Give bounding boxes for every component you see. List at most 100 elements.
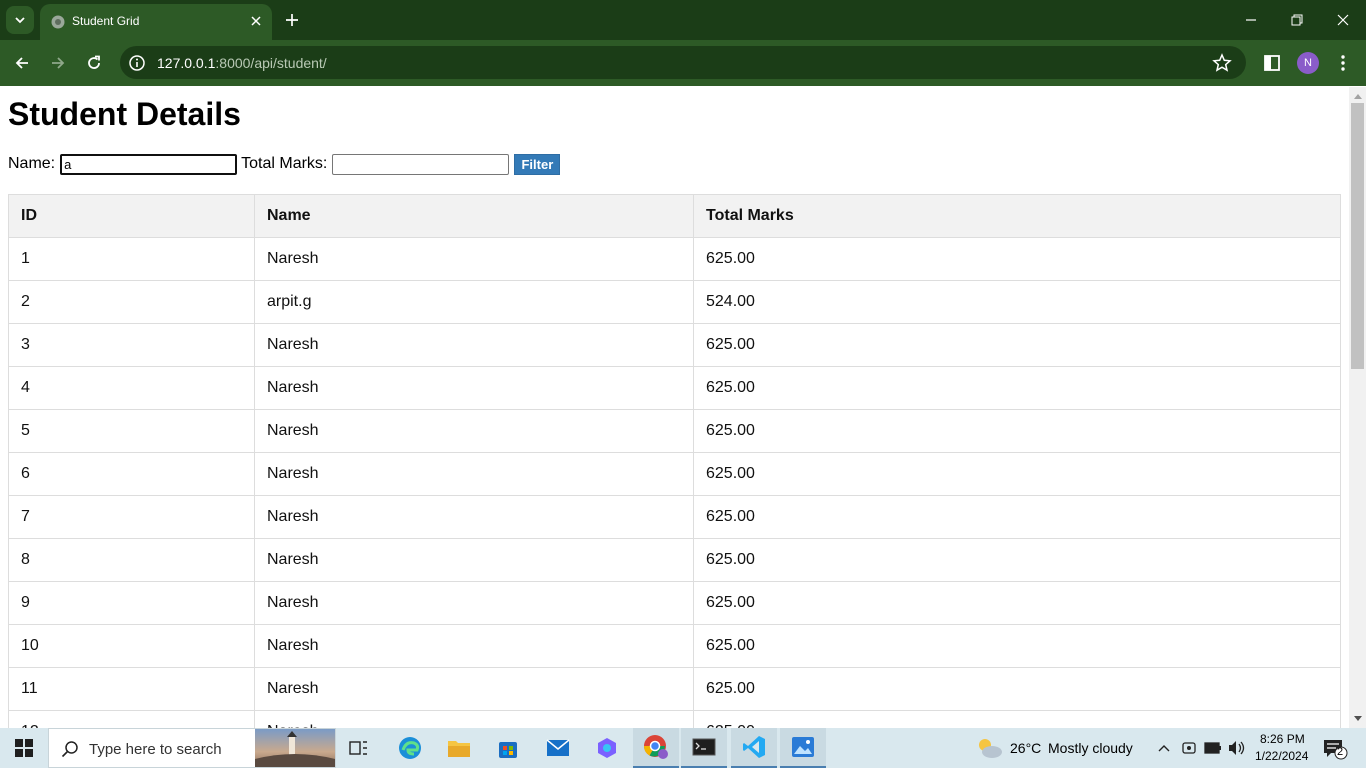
photos-icon (792, 737, 814, 757)
cell-name: Naresh (254, 667, 694, 711)
site-info-icon[interactable] (128, 54, 146, 72)
taskbar-photos[interactable] (780, 728, 826, 768)
cell-total-marks: 625.00 (693, 237, 1341, 281)
cell-id: 5 (8, 409, 255, 453)
search-highlight-image (255, 729, 335, 767)
table-row: 2 arpit.g 524.00 (8, 280, 1341, 324)
notification-count: 2 (1337, 746, 1344, 758)
taskbar-edge[interactable] (387, 728, 433, 768)
window-close-button[interactable] (1320, 0, 1366, 40)
folder-icon (448, 741, 470, 757)
windows-logo-icon (15, 739, 33, 757)
copilot-icon (598, 738, 616, 758)
show-hidden-icons-button[interactable] (1154, 738, 1174, 758)
scroll-down-arrow[interactable] (1349, 712, 1366, 726)
filter-form: Name: Total Marks: Filter (8, 153, 561, 175)
restore-icon (1291, 14, 1303, 26)
address-bar[interactable]: 127.0.0.1:8000/api/student/ (120, 46, 1246, 79)
column-header-total-marks: Total Marks (693, 194, 1341, 238)
taskbar-terminal[interactable] (681, 728, 727, 768)
cell-name: Naresh (254, 538, 694, 582)
notification-center-button[interactable]: 2 (1322, 738, 1348, 760)
taskbar-vscode[interactable] (731, 728, 777, 768)
tray-meet-now[interactable] (1179, 738, 1199, 758)
table-row: 6 Naresh 625.00 (8, 452, 1341, 496)
start-button[interactable] (0, 728, 48, 768)
cell-name: Naresh (254, 323, 694, 367)
back-button[interactable] (7, 48, 37, 78)
column-header-id: ID (8, 194, 255, 238)
vscode-icon (743, 736, 765, 758)
weather-description[interactable]: Mostly cloudy (1048, 740, 1133, 756)
minimize-button[interactable] (1228, 0, 1274, 40)
lighthouse-icon (255, 731, 335, 767)
browser-menu-button[interactable] (1333, 52, 1353, 74)
table-row: 11 Naresh 625.00 (8, 667, 1341, 711)
more-vertical-icon (1341, 55, 1345, 71)
cell-id: 4 (8, 366, 255, 410)
cell-id: 2 (8, 280, 255, 324)
cell-name: Naresh (254, 581, 694, 625)
camera-icon (1182, 742, 1196, 754)
taskbar-store[interactable] (485, 728, 531, 768)
page-scrollbar[interactable] (1349, 87, 1366, 728)
scroll-up-arrow[interactable] (1349, 89, 1366, 103)
cell-total-marks: 524.00 (693, 280, 1341, 324)
new-tab-button[interactable] (280, 8, 304, 32)
reload-button[interactable] (79, 48, 109, 78)
tray-volume[interactable] (1227, 738, 1247, 758)
taskbar-mail[interactable] (535, 728, 581, 768)
arrow-left-icon (15, 57, 28, 69)
tab-close-button[interactable] (247, 12, 265, 30)
page-title: Student Details (8, 96, 241, 132)
speaker-icon (1229, 741, 1245, 755)
taskbar-chrome[interactable] (633, 728, 679, 768)
search-icon (61, 741, 78, 758)
name-label: Name: (8, 155, 56, 172)
task-view-button[interactable] (336, 728, 382, 768)
bookmark-star-icon[interactable] (1212, 53, 1232, 73)
name-filter-input[interactable] (60, 153, 238, 175)
table-header-row: ID Name Total Marks (8, 194, 1341, 238)
weather-temperature[interactable]: 26°C (1010, 740, 1041, 756)
cell-name: Naresh (254, 452, 694, 496)
caret-up-icon (1353, 94, 1362, 99)
taskbar-search-box[interactable]: Type here to search (48, 728, 336, 768)
url-text[interactable]: 127.0.0.1:8000/api/student/ (157, 55, 327, 71)
weather-cloudy-icon (979, 739, 1002, 758)
cell-total-marks: 625.00 (693, 409, 1341, 453)
arrow-right-icon (52, 57, 65, 69)
tab-search-button[interactable] (6, 6, 34, 34)
profile-avatar[interactable]: N (1297, 52, 1319, 74)
minimize-icon (1246, 19, 1256, 21)
cell-total-marks: 625.00 (693, 624, 1341, 668)
cell-total-marks: 625.00 (693, 710, 1341, 728)
terminal-icon (692, 738, 716, 756)
taskbar-copilot[interactable] (584, 728, 630, 768)
tray-battery[interactable] (1203, 738, 1223, 758)
scroll-thumb[interactable] (1351, 103, 1364, 369)
restore-button[interactable] (1274, 0, 1320, 40)
cell-total-marks: 625.00 (693, 366, 1341, 410)
caret-down-icon (1353, 716, 1362, 721)
forward-button[interactable] (43, 48, 73, 78)
notification-icon (1324, 740, 1348, 760)
tab-title: Student Grid (72, 14, 140, 28)
clock-date[interactable]: 1/22/2024 (1255, 749, 1308, 763)
active-tab[interactable]: Student Grid (40, 4, 272, 40)
url-host: 127.0.0.1 (157, 55, 216, 71)
cell-id: 10 (8, 624, 255, 668)
table-row: 5 Naresh 625.00 (8, 409, 1341, 453)
task-view-icon (349, 741, 367, 755)
table-row: 1 Naresh 625.00 (8, 237, 1341, 281)
total-marks-filter-input[interactable] (332, 153, 510, 175)
edge-icon (399, 737, 421, 759)
store-icon (499, 742, 517, 758)
table-row: 8 Naresh 625.00 (8, 538, 1341, 582)
side-panel-icon[interactable] (1262, 53, 1282, 73)
filter-button[interactable]: Filter (514, 153, 561, 175)
cell-total-marks: 625.00 (693, 323, 1341, 367)
clock-time[interactable]: 8:26 PM (1260, 732, 1305, 746)
chevron-down-icon (15, 17, 25, 24)
taskbar-file-explorer[interactable] (436, 728, 482, 768)
